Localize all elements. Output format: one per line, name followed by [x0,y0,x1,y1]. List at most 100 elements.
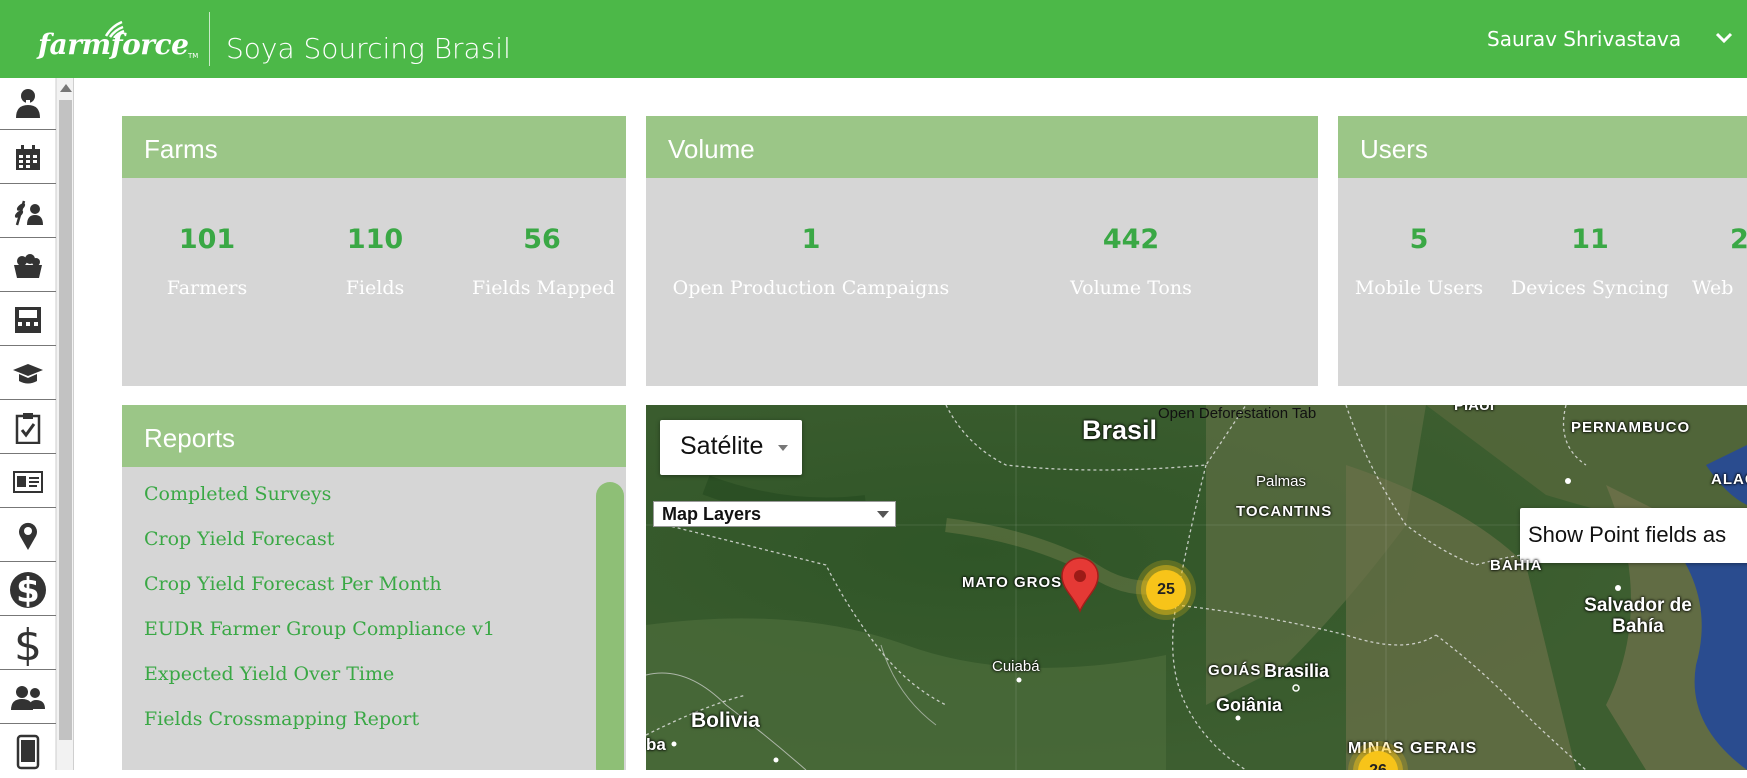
map-type-button[interactable]: Satélite [660,420,802,475]
report-list: Completed Surveys Crop Yield Forecast Cr… [144,483,495,753]
dollar-circle-icon: $ [10,571,46,611]
map-label-tocantins: TOCANTINS [1236,503,1333,520]
sidebar-item-users[interactable] [0,672,56,724]
stat-value: 11 [1571,224,1609,255]
stat-value: 5 [1409,224,1429,255]
stat-label: Volume Tons [1070,277,1192,299]
report-link-crop-yield-forecast-per-month[interactable]: Crop Yield Forecast Per Month [144,573,495,618]
farms-card-title: Farms [122,116,626,178]
svg-text:$: $ [16,571,40,611]
stat-mobile-users[interactable]: 5 Mobile Users [1354,224,1484,299]
sidebar-item-prices[interactable]: $ [0,618,56,670]
crop-farmer-icon [14,200,43,225]
users-card-title: Users [1338,116,1747,178]
map-label-alagoas: ALAG [1711,471,1747,488]
volume-card-title: Volume [646,116,1318,178]
map-pin-icon[interactable] [1060,557,1100,613]
stat-label: Mobile Users [1354,277,1484,299]
checklist-icon [15,412,41,444]
sidebar-item-locations[interactable] [0,510,56,562]
sidebar-item-devices[interactable] [0,726,56,778]
map-label-goiania: Goiânia [1216,695,1283,715]
reports-scrollbar[interactable] [596,482,624,770]
scroll-up-arrow-icon[interactable] [60,84,72,92]
report-link-fields-crossmapping[interactable]: Fields Crossmapping Report [144,708,495,753]
volume-card: Volume 1 Open Production Campaigns 442 V… [646,116,1318,386]
basket-icon [14,253,42,278]
sidebar-item-harvest[interactable] [0,240,56,292]
map-layers-label: Map Layers [662,504,762,524]
map-label-brasil: Brasil [1082,415,1158,445]
stat-fields-mapped[interactable]: 56 Fields Mapped [472,224,616,299]
user-menu[interactable]: Saurav Shrivastava [1487,27,1747,53]
users-group-icon [11,685,45,710]
report-link-completed-surveys[interactable]: Completed Surveys [144,483,495,528]
reports-card-title: Reports [122,405,626,467]
stat-label: Fields Mapped [472,277,616,299]
calendar-icon [16,144,40,170]
logo-text: farmforce [38,28,189,61]
map-label-pernambuco: PERNAMBUCO [1571,419,1691,436]
dollar-icon: $ [14,622,42,666]
map-type-label: Satélite [680,432,764,460]
map-layers-select[interactable]: Map Layers [653,501,896,527]
report-link-eudr-compliance[interactable]: EUDR Farmer Group Compliance v1 [144,618,495,663]
report-link-crop-yield-forecast[interactable]: Crop Yield Forecast [144,528,495,573]
map-label-bahia: BAHIA [1490,557,1543,574]
map-label-brasilia: Brasilia [1264,661,1330,681]
stat-label: Farmers [166,277,248,299]
stat-value: 56 [523,224,561,255]
sidebar: $ $ [0,78,56,770]
storage-icon [15,306,41,333]
map-label-salvador: Salvador de Bahía [1584,595,1692,637]
field-cluster-marker[interactable]: 25 [1146,570,1186,610]
scrollbar-thumb[interactable] [59,100,72,740]
open-deforestation-tab-link[interactable]: Open Deforestation Tab [1158,405,1316,422]
show-point-fields-button[interactable]: Show Point fields as [1520,508,1747,563]
report-link-expected-yield[interactable]: Expected Yield Over Time [144,663,495,708]
stat-label: Open Production Campaigns [672,277,950,299]
app-title: Soya Sourcing Brasil [226,32,511,65]
stat-volume-tons[interactable]: 442 Volume Tons [1016,224,1246,299]
mobile-device-icon [16,734,40,770]
map-label-palmas: Palmas [1256,473,1307,490]
sidebar-item-calendar[interactable] [0,132,56,184]
farmforce-logo[interactable]: farmforce TM [38,12,198,68]
sidebar-item-crops[interactable] [0,186,56,238]
stat-value: 1 [801,224,821,255]
stat-devices-syncing[interactable]: 11 Devices Syncing [1510,224,1670,299]
sidebar-item-payments[interactable]: $ [0,564,56,616]
map-label-goias: GOIÁS [1208,662,1262,679]
stat-label: Devices Syncing [1510,277,1670,299]
header-divider [209,12,210,66]
caret-down-icon [778,445,788,451]
satellite-map[interactable]: Satélite Map Layers Open Deforestation T… [646,405,1747,770]
sidebar-item-farmers[interactable] [0,78,56,130]
caret-down-icon [877,511,889,518]
chevron-down-icon[interactable] [1715,31,1733,45]
users-card: Users 5 Mobile Users 11 Devices Syncing … [1338,116,1747,386]
sidebar-item-training[interactable] [0,348,56,400]
stat-label: Web [1692,277,1734,299]
stat-farmers[interactable]: 101 Farmers [142,224,272,299]
sidebar-scrollbar[interactable] [56,78,74,770]
stat-web-users[interactable]: 2 Web [1692,224,1747,299]
stat-open-campaigns[interactable]: 1 Open Production Campaigns [666,224,956,299]
stat-fields[interactable]: 110 Fields [310,224,440,299]
sidebar-item-storage[interactable] [0,294,56,346]
farms-card: Farms 101 Farmers 110 Fields 56 Fields M… [122,116,626,386]
map-terrain [646,405,1747,770]
map-label-bolivia: Bolivia [691,709,760,732]
sidebar-item-contacts[interactable] [0,456,56,508]
stat-value: 442 [1102,224,1160,255]
location-pin-icon [19,522,37,550]
user-icon [16,88,40,118]
stat-value: 2 [1730,224,1747,255]
sidebar-item-surveys[interactable] [0,402,56,454]
map-label-piaui: PIAUÍ [1454,405,1495,414]
map-label-cuiaba: Cuiabá [992,658,1040,675]
logo-trademark: TM [188,52,199,60]
svg-text:$: $ [14,622,42,666]
user-name[interactable]: Saurav Shrivastava [1487,27,1681,51]
map-label-partial-ba: ba [646,735,666,754]
